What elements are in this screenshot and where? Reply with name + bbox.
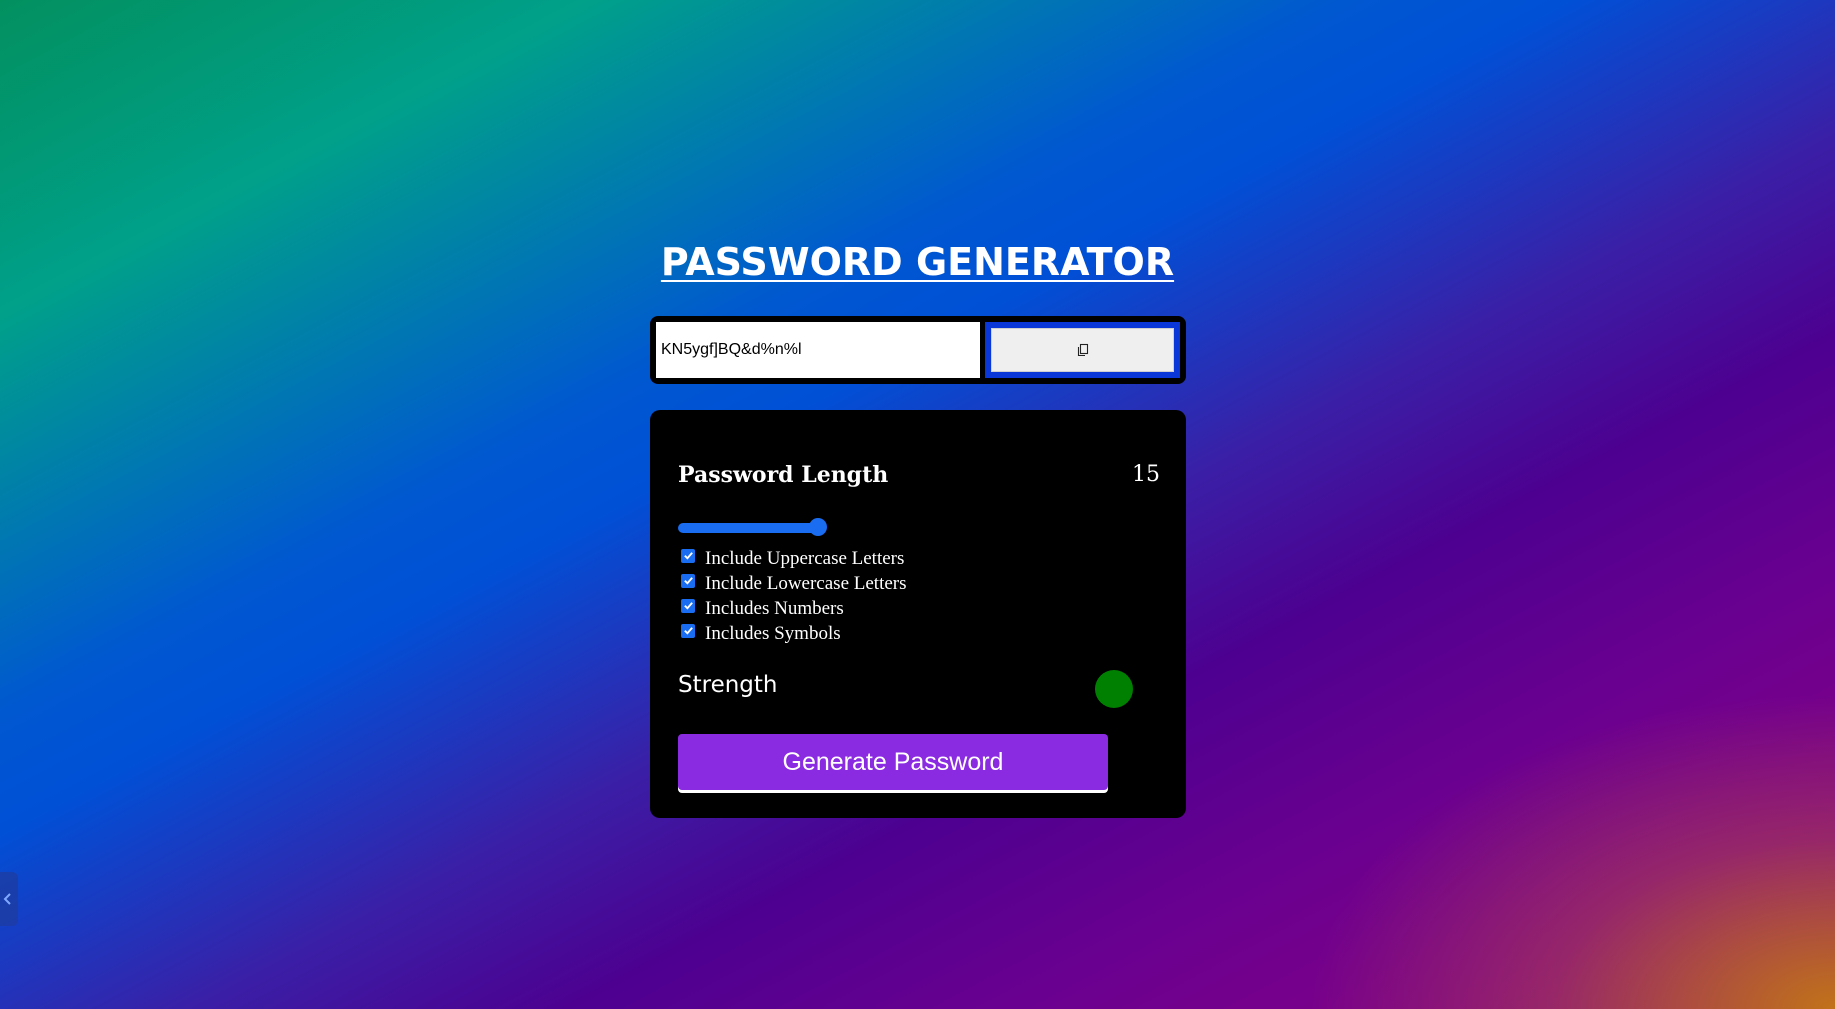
checkmark-icon [683,627,693,635]
copy-icon [1077,343,1088,357]
strength-label: Strength [678,672,778,698]
option-numbers[interactable]: Includes Numbers [681,596,907,621]
lowercase-checkbox[interactable] [681,573,695,588]
uppercase-label: Include Uppercase Letters [705,547,905,569]
option-uppercase[interactable]: Include Uppercase Letters [681,546,907,571]
slider-track [678,523,818,533]
lowercase-label: Include Lowercase Letters [705,572,907,594]
copy-button[interactable] [985,322,1180,378]
side-tab-handle[interactable] [0,872,18,926]
slider-thumb[interactable] [809,518,827,536]
checkmark-icon [683,552,693,560]
option-lowercase[interactable]: Include Lowercase Letters [681,571,907,596]
checkmark-icon [683,577,693,585]
password-output-field[interactable] [656,322,980,378]
password-length-label: Password Length [678,462,889,488]
page-title: PASSWORD GENERATOR [660,240,1175,284]
uppercase-checkbox[interactable] [681,548,695,563]
settings-panel: Password Length 15 Include Uppercase Let… [650,410,1186,818]
password-output-box [650,316,1186,384]
password-length-slider[interactable] [678,518,842,536]
numbers-checkbox[interactable] [681,598,695,613]
checkmark-icon [683,602,693,610]
symbols-checkbox[interactable] [681,623,695,638]
options-list: Include Uppercase Letters Include Lowerc… [681,546,907,646]
numbers-label: Includes Numbers [705,597,844,619]
strength-indicator [1095,670,1133,708]
copy-button-face [991,328,1174,372]
generate-password-button[interactable]: Generate Password [678,734,1108,790]
chevron-left-icon [3,893,11,905]
option-symbols[interactable]: Includes Symbols [681,621,907,646]
password-length-value: 15 [1132,462,1160,487]
symbols-label: Includes Symbols [705,622,841,644]
